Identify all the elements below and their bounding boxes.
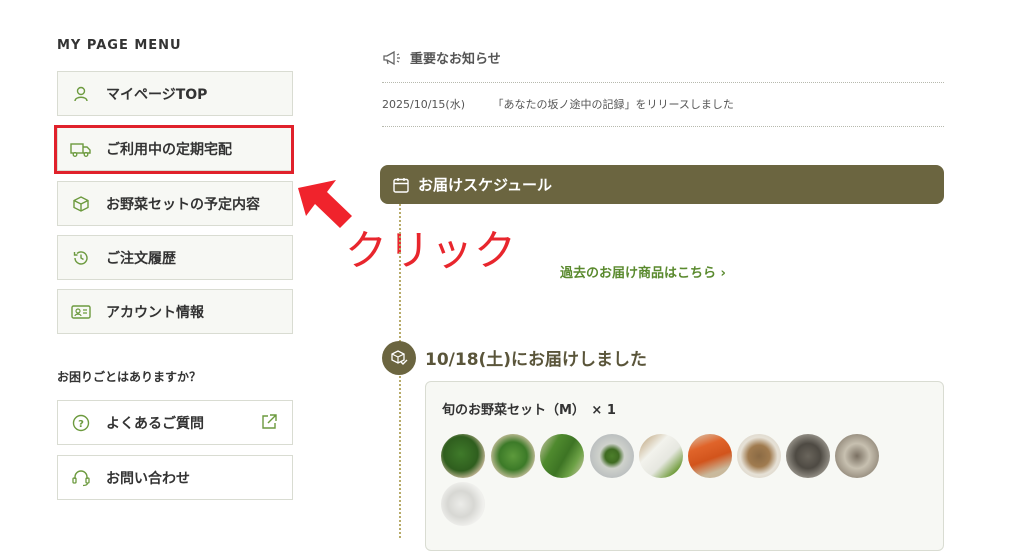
box-icon xyxy=(70,193,92,215)
notice-heading-text: 重要なお知らせ xyxy=(410,52,501,67)
past-deliveries-link[interactable]: 過去のお届け商品はこちら › xyxy=(560,262,726,281)
help-heading: お困りごとはありますか？ xyxy=(57,370,202,384)
sidebar-item-label: ご注文履歴 xyxy=(106,250,176,267)
notice-text[interactable]: 「あなたの坂ノ途中の記録」をリリースしました xyxy=(492,98,733,111)
history-icon xyxy=(70,247,92,269)
notice-heading: 重要なお知らせ xyxy=(382,48,501,67)
external-link-icon xyxy=(260,413,278,435)
vegetable-thumbnail[interactable] xyxy=(639,434,683,478)
product-name: 旬のお野菜セット（M） × 1 xyxy=(442,403,616,418)
headset-icon xyxy=(70,467,92,489)
click-highlight-box xyxy=(54,125,294,174)
vegetable-thumbnail[interactable] xyxy=(441,482,485,526)
sidebar-item-account[interactable]: アカウント情報 xyxy=(57,289,293,334)
sidebar-item-mypage-top[interactable]: マイページTOP xyxy=(57,71,293,116)
calendar-icon xyxy=(392,176,410,194)
sidebar-item-label: アカウント情報 xyxy=(106,304,204,321)
divider xyxy=(382,82,944,83)
vegetable-thumbnail[interactable] xyxy=(835,434,879,478)
notice-date: 2025/10/15(水) xyxy=(382,98,465,111)
vegetable-thumbnail[interactable] xyxy=(786,434,830,478)
vegetable-thumbnail[interactable] xyxy=(491,434,535,478)
sidebar-item-label: マイページTOP xyxy=(106,86,208,103)
sidebar-item-vegetable-set[interactable]: お野菜セットの予定内容 xyxy=(57,181,293,226)
divider xyxy=(382,126,944,127)
svg-text:?: ? xyxy=(78,419,84,430)
menu-heading: MY PAGE MENU xyxy=(57,38,182,53)
vegetable-thumbnail[interactable] xyxy=(688,434,732,478)
sidebar-item-order-history[interactable]: ご注文履歴 xyxy=(57,235,293,280)
sidebar-item-label: お野菜セットの予定内容 xyxy=(106,196,260,213)
sidebar-item-label: お問い合わせ xyxy=(106,470,190,487)
person-icon xyxy=(70,83,92,105)
notice-item[interactable]: 2025/10/15(水) 「あなたの坂ノ途中の記録」をリリースしました xyxy=(382,96,734,112)
schedule-heading: お届けスケジュール xyxy=(418,176,552,194)
delivered-title: 10/18(土)にお届けしました xyxy=(425,350,648,370)
vegetable-thumbnail[interactable] xyxy=(441,434,485,478)
schedule-header: お届けスケジュール xyxy=(380,165,944,204)
annotation-click-text: クリック xyxy=(345,226,518,275)
vegetable-thumbnail[interactable] xyxy=(590,434,634,478)
vegetable-thumbnail[interactable] xyxy=(737,434,781,478)
sidebar-item-faq[interactable]: ? よくあるご質問 xyxy=(57,400,293,445)
megaphone-icon xyxy=(382,50,402,66)
sidebar-item-label: よくあるご質問 xyxy=(106,415,204,432)
id-card-icon xyxy=(70,301,92,323)
question-icon: ? xyxy=(70,412,92,434)
delivered-box-icon xyxy=(382,341,416,375)
sidebar-item-contact[interactable]: お問い合わせ xyxy=(57,455,293,500)
vegetable-thumbnail[interactable] xyxy=(540,434,584,478)
